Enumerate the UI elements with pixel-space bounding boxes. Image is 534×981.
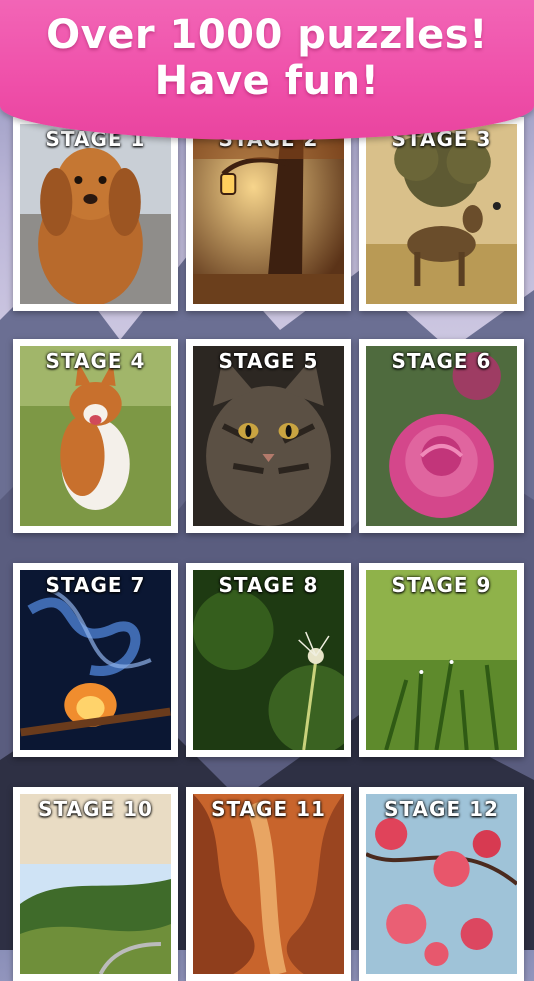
stage-label: STAGE 10 [38, 797, 153, 821]
rose-image [366, 346, 517, 526]
stage-label: STAGE 12 [384, 797, 499, 821]
stage-card-4[interactable]: STAGE 4 [13, 339, 178, 533]
stage-card-11[interactable]: STAGE 11 [186, 787, 351, 981]
stage-card-2[interactable]: STAGE 2 [186, 117, 351, 311]
stage-card-5[interactable]: STAGE 5 [186, 339, 351, 533]
stage-label: STAGE 6 [391, 349, 492, 373]
hills-road-image [20, 794, 171, 974]
stage-card-6[interactable]: STAGE 6 [359, 339, 524, 533]
stage-grid: STAGE 1 STAGE 2 [0, 0, 534, 981]
lantern-tree-image [193, 124, 344, 304]
dog-image [20, 124, 171, 304]
corgi-image [20, 346, 171, 526]
stage-card-3[interactable]: STAGE 3 [359, 117, 524, 311]
promo-banner: Over 1000 puzzles! Have fun! [0, 0, 534, 140]
stage-label: STAGE 5 [218, 349, 319, 373]
grass-dew-image [366, 570, 517, 750]
headline-line-1: Over 1000 puzzles! [46, 12, 488, 58]
stage-label: STAGE 9 [391, 573, 492, 597]
blossoms-image [366, 794, 517, 974]
stage-card-10[interactable]: STAGE 10 [13, 787, 178, 981]
cat-image [193, 346, 344, 526]
deer-image [366, 124, 517, 304]
stage-card-8[interactable]: STAGE 8 [186, 563, 351, 757]
stage-label: STAGE 8 [218, 573, 319, 597]
dandelion-image [193, 570, 344, 750]
stage-card-7[interactable]: STAGE 7 [13, 563, 178, 757]
stage-label: STAGE 4 [45, 349, 146, 373]
canyon-image [193, 794, 344, 974]
match-smoke-image [20, 570, 171, 750]
stage-card-12[interactable]: STAGE 12 [359, 787, 524, 981]
stage-card-1[interactable]: STAGE 1 [13, 117, 178, 311]
stage-label: STAGE 7 [45, 573, 146, 597]
headline-line-2: Have fun! [154, 58, 380, 104]
stage-card-9[interactable]: STAGE 9 [359, 563, 524, 757]
stage-label: STAGE 11 [211, 797, 326, 821]
